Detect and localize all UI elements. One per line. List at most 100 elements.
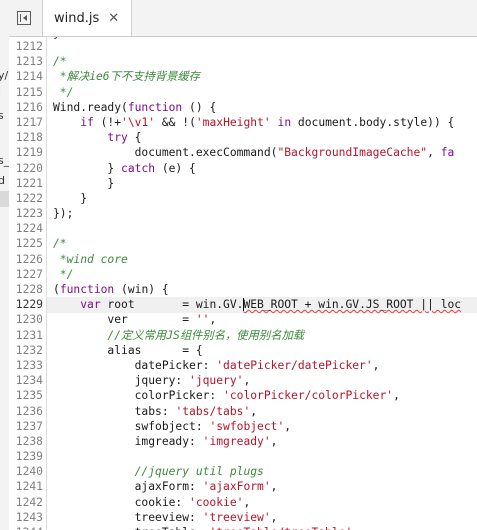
code-line[interactable]: } xyxy=(53,191,461,206)
string-token: 'swfobject' xyxy=(209,419,285,433)
string-token: "BackgroundImageCache" xyxy=(277,146,428,160)
code-line[interactable]: ver = '', xyxy=(53,312,461,327)
tab-wind-js[interactable]: wind.js ✕ xyxy=(42,0,133,36)
code-token: , xyxy=(270,434,278,448)
line-number: 1217 xyxy=(15,115,43,129)
code-line[interactable]: *解决ie6下不支持背景缓存 xyxy=(53,69,461,84)
code-line[interactable]: (function (win) { xyxy=(53,282,461,297)
string-token: 'jquery' xyxy=(189,374,244,388)
code-token: && !( xyxy=(155,115,196,129)
code-line[interactable]: treeTable: 'treeTable/treeTable', xyxy=(53,525,461,530)
code-line[interactable]: //jquery util plugs xyxy=(53,464,461,479)
code-line[interactable]: if (!+'\v1' && !('maxHeight' in document… xyxy=(53,115,461,130)
code-line[interactable]: datePicker: 'datePicker/datePicker', xyxy=(53,358,461,373)
close-icon[interactable]: ✕ xyxy=(108,11,119,26)
tab-bar: wind.js ✕ xyxy=(9,0,477,37)
keyword-token: in xyxy=(277,115,292,129)
comment-token: */ xyxy=(53,85,74,99)
line-number: 1229 xyxy=(15,298,43,312)
line-number: 1242 xyxy=(15,495,43,509)
keyword-token: if xyxy=(80,115,94,129)
line-number: 1219 xyxy=(15,146,43,160)
code-line[interactable]: } xyxy=(53,176,461,191)
keyword-token: var xyxy=(80,298,101,312)
code-token: , xyxy=(352,526,359,530)
code-line[interactable]: Wind.ready(function () { xyxy=(53,100,461,115)
code-token: alias = { xyxy=(53,343,203,357)
code-token: , xyxy=(270,510,278,524)
line-numbers: 1212 1213 1214 1215 1216 1217 1218 1219 1220 1221… xyxy=(9,39,43,530)
comment-token: /* xyxy=(53,55,67,69)
keyword-token: fa xyxy=(440,146,455,160)
code-line[interactable]: alias = { xyxy=(53,343,461,358)
code-token: imgready: xyxy=(53,434,203,448)
code-line[interactable]: imgready: 'imgready', xyxy=(53,434,461,449)
code-line[interactable]: } catch (e) { xyxy=(53,161,461,176)
code-line[interactable]: colorPicker: 'colorPicker/colorPicker', xyxy=(53,388,461,403)
keyword-token: catch xyxy=(121,161,156,175)
line-number: 1224 xyxy=(15,222,43,236)
code-token: ( xyxy=(53,283,60,296)
line-number: 1214 xyxy=(15,70,43,84)
line-number: 1225 xyxy=(15,237,43,251)
code-line[interactable]: swfobject: 'swfobject', xyxy=(53,419,461,434)
line-number: 1235 xyxy=(15,389,43,403)
code-line[interactable]: /* xyxy=(53,236,461,251)
string-token: 'tabs/tabs' xyxy=(175,404,251,418)
code-token: document.execCommand( xyxy=(53,146,278,160)
code-text[interactable]: /* *解决ie6下不支持背景缓存 */Wind.ready(function … xyxy=(53,39,461,530)
code-token: cookie: xyxy=(53,495,190,509)
keyword-token: function xyxy=(127,100,183,114)
code-token: Wind.ready( xyxy=(53,100,128,114)
text-cursor xyxy=(243,298,245,312)
code-line[interactable]: cookie: 'cookie', xyxy=(53,495,461,510)
code-token: , xyxy=(393,389,400,403)
code-token: } xyxy=(53,191,88,205)
code-line[interactable]: */ xyxy=(53,85,461,100)
code-line[interactable]: try { xyxy=(53,130,461,145)
code-token: (!+ xyxy=(93,115,122,129)
panel-toggle-icon[interactable] xyxy=(17,11,31,25)
code-line[interactable] xyxy=(53,39,461,54)
code-token: , xyxy=(250,404,258,418)
code-line[interactable]: treeview: 'treeview', xyxy=(53,510,461,525)
code-token: , xyxy=(427,146,441,160)
line-number: 1236 xyxy=(15,404,43,418)
line-number: 1243 xyxy=(15,510,43,524)
comment-token: //定义常用JS组件别名，使用别名加载 xyxy=(107,328,305,342)
code-token: , xyxy=(209,313,217,327)
comment-token: //jquery util plugs xyxy=(134,465,264,479)
partial-line-fragment: } xyxy=(53,37,60,41)
code-editor[interactable]: 1212 1213 1214 1215 1216 1217 1218 1219 1220 1221… xyxy=(9,37,477,530)
line-number: 1212 xyxy=(15,40,43,53)
code-line[interactable] xyxy=(53,449,461,464)
line-number: 1213 xyxy=(15,55,43,69)
line-number: 1231 xyxy=(15,328,43,342)
line-number: 1216 xyxy=(15,100,43,114)
sidebar-fragment: y/ xyxy=(0,69,9,82)
line-number: 1221 xyxy=(15,176,43,190)
code-line[interactable]: */ xyxy=(53,267,461,282)
code-line[interactable]: /* xyxy=(53,54,461,69)
string-token: '\v1' xyxy=(121,115,156,129)
code-line[interactable]: document.execCommand("BackgroundImageCac… xyxy=(53,145,461,160)
code-token: WEB_ROOT + win.GV.JS_ROOT || loc xyxy=(243,298,462,312)
string-token: 'colorPicker/colorPicker' xyxy=(223,389,394,403)
comment-token: /* xyxy=(53,237,67,251)
code-line[interactable]: //定义常用JS组件别名，使用别名加载 xyxy=(53,328,461,343)
line-number: 1240 xyxy=(15,465,43,479)
code-line[interactable] xyxy=(53,221,461,236)
code-line[interactable]: tabs: 'tabs/tabs', xyxy=(53,404,461,419)
string-token: 'ajaxForm' xyxy=(202,480,271,494)
code-line[interactable]: }); xyxy=(53,206,461,221)
code-line[interactable]: ajaxForm: 'ajaxForm', xyxy=(53,479,461,494)
code-line[interactable]: var root = win.GV.WEB_ROOT + win.GV.JS_R… xyxy=(53,297,461,312)
code-token: colorPicker: xyxy=(53,389,224,403)
code-line[interactable]: jquery: 'jquery', xyxy=(53,373,461,388)
keyword-token: try xyxy=(107,131,128,145)
code-token: (win) { xyxy=(114,283,169,296)
code-line[interactable]: *wind core xyxy=(53,252,461,267)
